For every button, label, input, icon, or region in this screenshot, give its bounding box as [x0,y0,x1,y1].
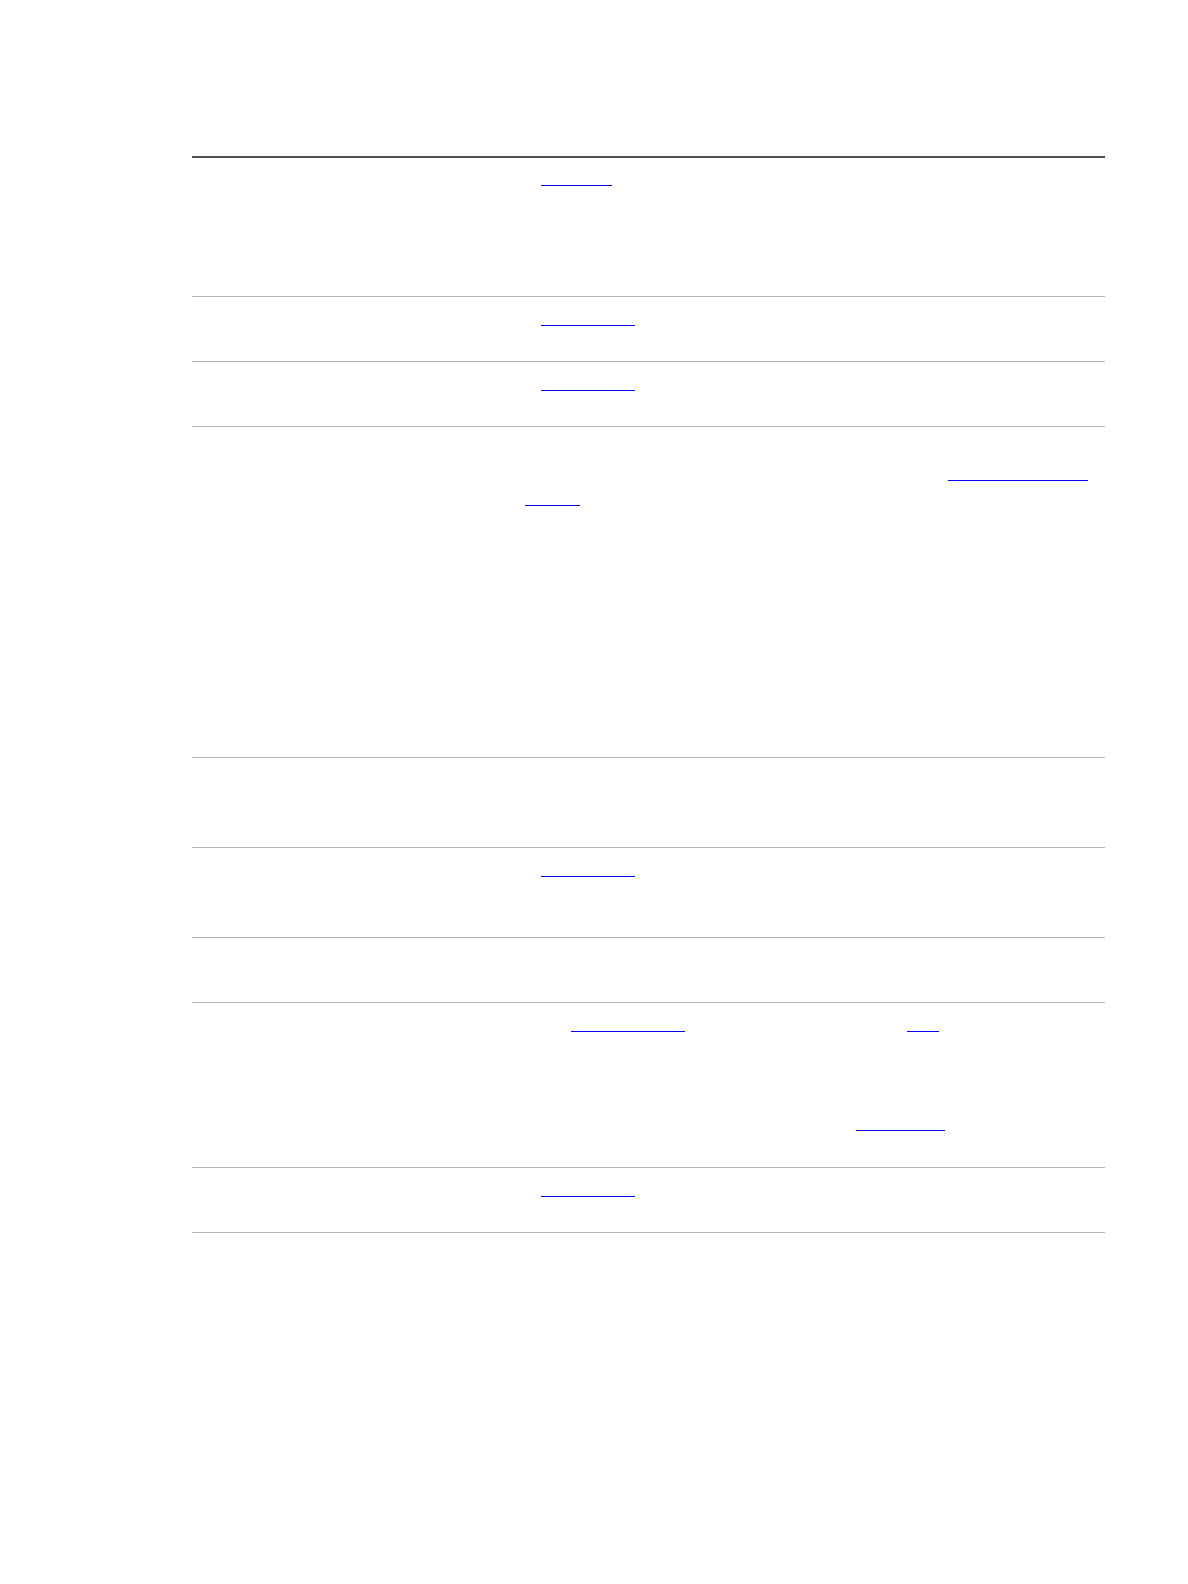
row-6-link[interactable] [541,876,635,877]
row-8-link-a[interactable] [571,1031,685,1032]
row-divider [192,757,1105,758]
row-divider [192,1002,1105,1003]
row-4-link-b[interactable] [525,505,580,506]
row-8-link-c[interactable] [856,1130,945,1131]
row-1-link[interactable] [541,185,612,186]
row-2-link[interactable] [541,325,635,326]
table-bottom-rule [192,1232,1105,1233]
row-divider [192,847,1105,848]
row-8-link-b[interactable] [907,1031,939,1032]
table-header-rule [192,156,1105,158]
row-divider [192,361,1105,362]
row-divider [192,426,1105,427]
row-3-link[interactable] [541,390,635,391]
row-9-link[interactable] [541,1196,635,1197]
document-page [0,0,1188,1584]
row-divider [192,296,1105,297]
row-divider [192,1167,1105,1168]
row-4-link-a[interactable] [948,480,1088,481]
row-divider [192,937,1105,938]
